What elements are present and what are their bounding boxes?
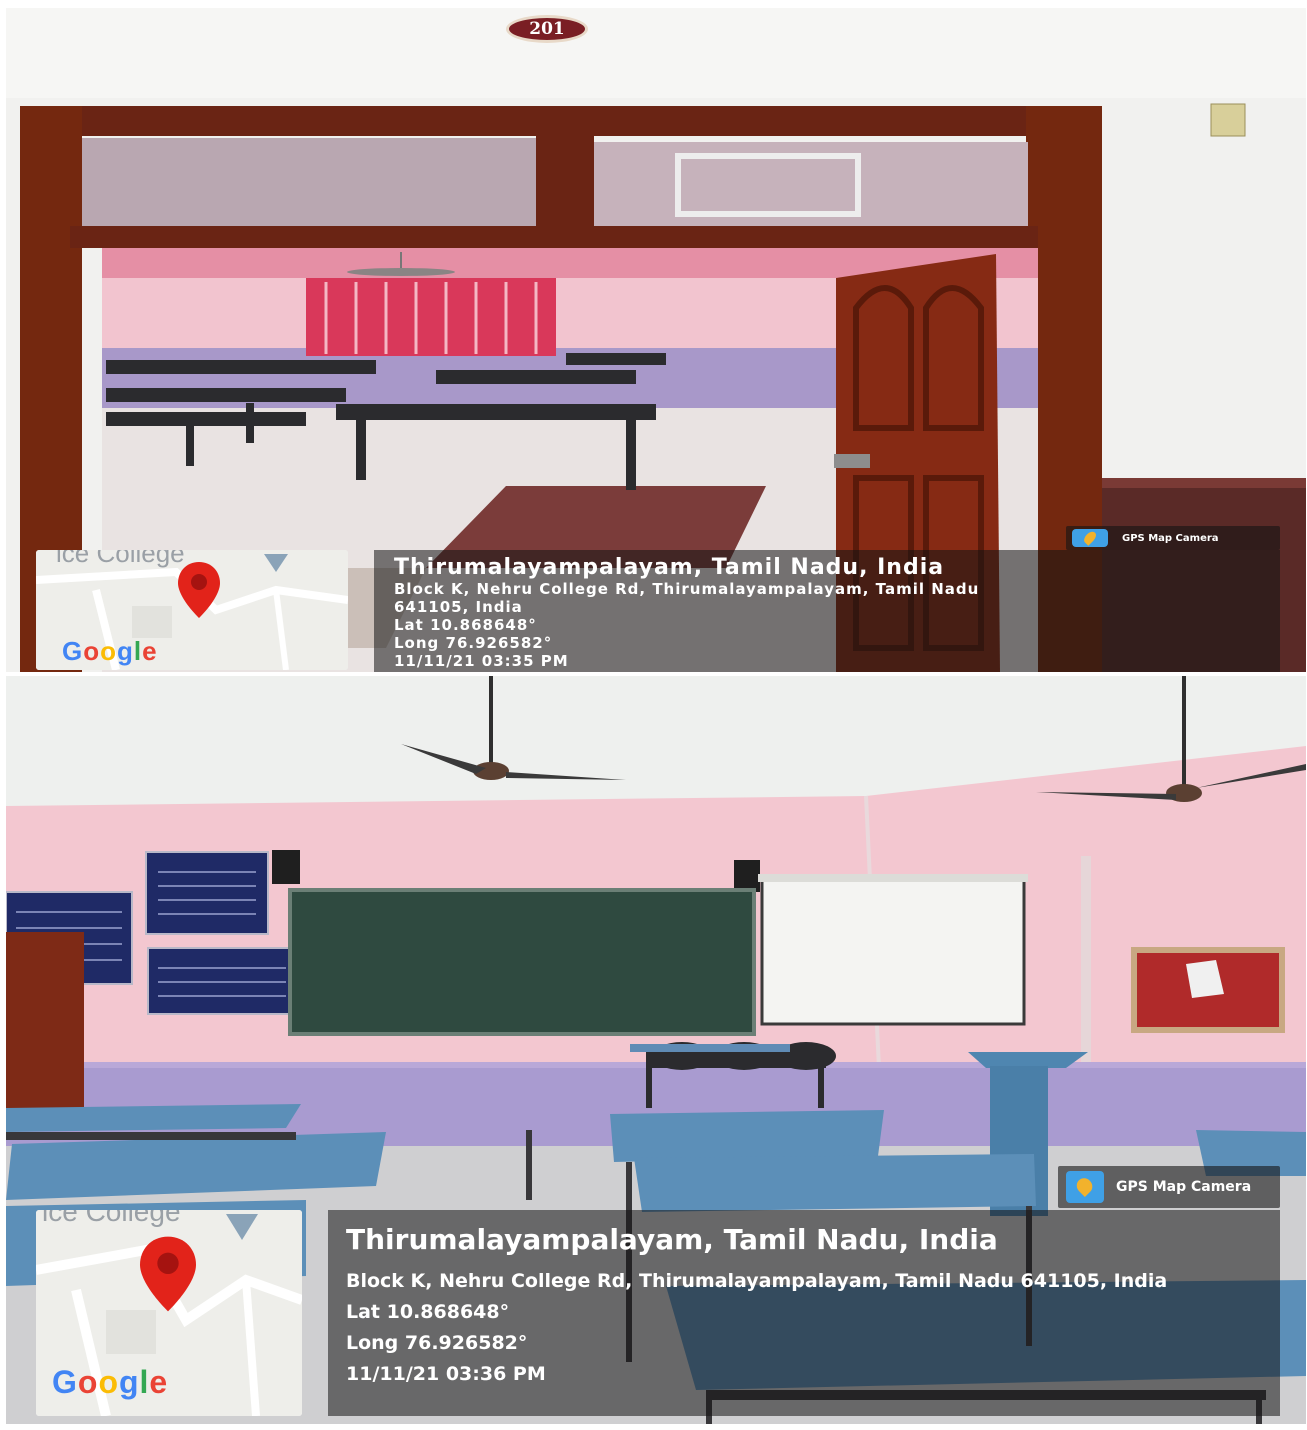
location-title: Thirumalayampalayam, Tamil Nadu, India	[346, 1223, 998, 1256]
latitude: Lat 10.868648°	[346, 1301, 510, 1323]
gps-map-camera-app-icon	[1072, 529, 1108, 547]
map-place-label: ice College	[56, 550, 185, 568]
timestamp: 11/11/21 03:36 PM	[346, 1363, 546, 1385]
map-pin-icon	[140, 1236, 196, 1312]
address: Block K, Nehru College Rd, Thirumalayamp…	[346, 1270, 1168, 1292]
address-line-1: Block K, Nehru College Rd, Thirumalayamp…	[394, 580, 980, 598]
gps-map-camera-badge: GPS Map Camera	[1066, 526, 1280, 550]
room-number-sign: 201	[506, 15, 588, 43]
address-line-2: 641105, India	[394, 598, 523, 616]
location-info-box: Thirumalayampalayam, Tamil Nadu, India B…	[374, 550, 1280, 672]
map-thumbnail: ice College Google	[36, 550, 348, 670]
latitude: Lat 10.868648°	[394, 616, 537, 634]
map-place-label: ice College	[42, 1210, 181, 1227]
gps-map-camera-badge: GPS Map Camera	[1058, 1166, 1280, 1208]
google-logo: Google	[62, 636, 158, 666]
location-info-box: Thirumalayampalayam, Tamil Nadu, India B…	[328, 1210, 1280, 1416]
badge-label: GPS Map Camera	[1116, 1179, 1252, 1195]
longitude: Long 76.926582°	[394, 634, 553, 652]
gps-map-camera-app-icon	[1066, 1171, 1104, 1203]
map-pin-icon	[178, 562, 220, 618]
timestamp: 11/11/21 03:35 PM	[394, 652, 569, 670]
photo-classroom-interior: ice College Google GPS Map Camera Thirum…	[6, 676, 1306, 1424]
longitude: Long 76.926582°	[346, 1332, 528, 1354]
photo-classroom-doorway: 201 ice College Google GPS Map Camera Th…	[6, 8, 1306, 672]
location-title: Thirumalayampalayam, Tamil Nadu, India	[394, 555, 945, 580]
badge-label: GPS Map Camera	[1122, 532, 1219, 544]
google-logo: Google	[52, 1364, 169, 1400]
map-thumbnail: ice College Google	[36, 1210, 302, 1416]
